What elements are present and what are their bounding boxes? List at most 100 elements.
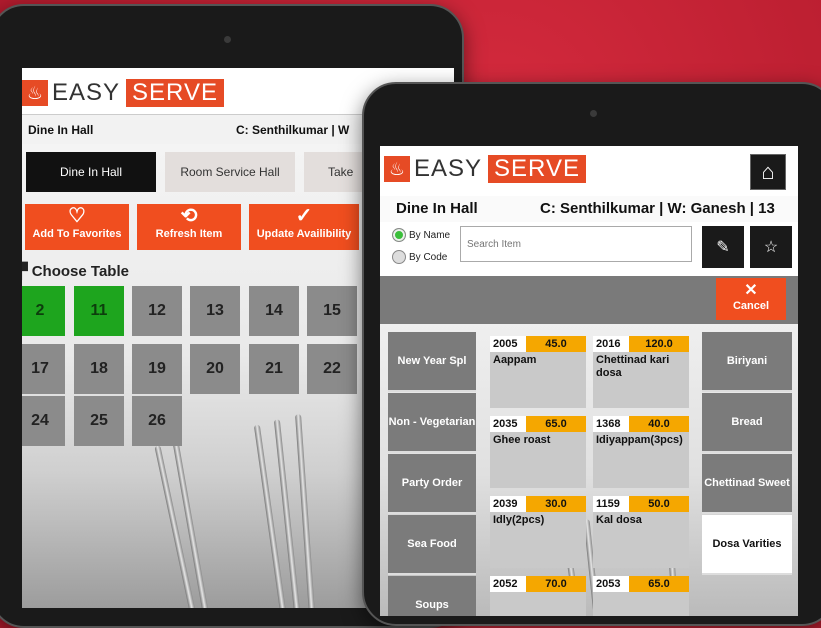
logo-serve: SERVE bbox=[488, 155, 586, 183]
item-name: Idiyappam(3pcs) bbox=[596, 434, 683, 446]
table-tile[interactable]: 12 bbox=[132, 286, 182, 336]
category-party-order[interactable]: Party Order bbox=[388, 454, 476, 514]
subcategory-label: Bread bbox=[731, 416, 763, 428]
menu-item[interactable]: 2016 120.0 Chettinad kari dosa bbox=[593, 336, 689, 408]
cancel-label: Cancel bbox=[732, 300, 770, 312]
item-price: 30.0 bbox=[526, 496, 586, 512]
table-tile[interactable]: 17 bbox=[22, 344, 65, 394]
subcategory-biriyani[interactable]: Biriyani bbox=[702, 332, 792, 392]
radio-label: By Name bbox=[409, 229, 451, 241]
captain-waiter: C: Senthilkumar | W bbox=[236, 123, 350, 137]
menu-item[interactable]: 1159 50.0 Kal dosa bbox=[593, 496, 689, 568]
table-number: 17 bbox=[31, 360, 49, 377]
by-name-radio[interactable]: By Name bbox=[392, 228, 450, 242]
camera bbox=[590, 110, 597, 117]
edit-note-button[interactable]: ✎ bbox=[702, 226, 744, 268]
hall-name: Dine In Hall bbox=[28, 123, 94, 137]
subcategory-chettinad-sweet[interactable]: Chettinad Sweet bbox=[702, 454, 792, 514]
category-label: Party Order bbox=[401, 477, 463, 489]
menu-item[interactable]: 2035 65.0 Ghee roast bbox=[490, 416, 586, 488]
table-tile[interactable]: 24 bbox=[22, 396, 65, 446]
table-number: 24 bbox=[31, 412, 49, 429]
home-button[interactable]: ⌂ bbox=[750, 154, 786, 190]
table-number: 19 bbox=[148, 360, 166, 377]
menu-item[interactable]: 2053 65.0 bbox=[593, 576, 689, 616]
item-code: 1368 bbox=[593, 416, 632, 432]
table-tile[interactable]: 22 bbox=[307, 344, 357, 394]
category-new-year-spl[interactable]: New Year Spl bbox=[388, 332, 476, 392]
action-label: Refresh Item bbox=[155, 228, 223, 240]
table-number: 12 bbox=[148, 302, 166, 319]
item-code: 2005 bbox=[490, 336, 529, 352]
category-label: New Year Spl bbox=[397, 355, 467, 367]
table-tile[interactable]: 11 bbox=[74, 286, 124, 336]
logo-easy: EASY bbox=[414, 155, 483, 182]
table-number: 13 bbox=[206, 302, 224, 319]
item-code: 2053 bbox=[593, 576, 632, 592]
edit-note-icon: ✎ bbox=[716, 239, 730, 256]
table-tile[interactable]: 21 bbox=[249, 344, 299, 394]
subcategory-label: Chettinad Sweet bbox=[704, 477, 790, 489]
item-price: 120.0 bbox=[629, 336, 689, 352]
table-number: 25 bbox=[90, 412, 108, 429]
easyserve-logo: ♨ EASY SERVE bbox=[384, 154, 586, 184]
table-tile[interactable]: 19 bbox=[132, 344, 182, 394]
subcategory-dosa-varities[interactable]: Dosa Varities bbox=[702, 515, 792, 575]
hall-tab-label: Dine In Hall bbox=[59, 165, 123, 179]
item-price: 65.0 bbox=[526, 416, 586, 432]
refresh-item-button[interactable]: ⟲ Refresh Item bbox=[137, 204, 241, 250]
table-tile[interactable]: 2 bbox=[22, 286, 65, 336]
menu-item[interactable]: 2039 30.0 Idly(2pcs) bbox=[490, 496, 586, 568]
star-icon: ☆ bbox=[763, 239, 779, 256]
table-tile[interactable]: 26 bbox=[132, 396, 182, 446]
hall-tab-dine-in[interactable]: Dine In Hall bbox=[26, 152, 156, 192]
refresh-icon: ⟲ bbox=[180, 205, 198, 227]
cancel-button[interactable]: ✕ Cancel bbox=[716, 278, 786, 320]
table-tile[interactable]: 18 bbox=[74, 344, 124, 394]
category-label: Sea Food bbox=[407, 538, 457, 550]
table-number: 18 bbox=[90, 360, 108, 377]
hall-tab-label: Room Service Hall bbox=[180, 165, 280, 179]
table-icon: ▛ bbox=[22, 263, 28, 280]
table-tile[interactable]: 25 bbox=[74, 396, 124, 446]
table-number: 22 bbox=[323, 360, 341, 377]
item-code: 2016 bbox=[593, 336, 632, 352]
category-non-vegetarian[interactable]: Non - Vegetarian bbox=[388, 393, 476, 453]
chef-hat-icon: ♨ bbox=[22, 80, 48, 106]
camera bbox=[224, 36, 231, 43]
menu-item[interactable]: 1368 40.0 Idiyappam(3pcs) bbox=[593, 416, 689, 488]
item-price: 45.0 bbox=[526, 336, 586, 352]
update-availability-button[interactable]: ✓ Update Availibility bbox=[249, 204, 359, 250]
search-input[interactable] bbox=[460, 226, 692, 262]
favorites-button[interactable]: ☆ bbox=[750, 226, 792, 268]
category-sea-food[interactable]: Sea Food bbox=[388, 515, 476, 575]
category-soups[interactable]: Soups bbox=[388, 576, 476, 616]
table-tile[interactable]: 14 bbox=[249, 286, 299, 336]
table-tile[interactable]: 15 bbox=[307, 286, 357, 336]
add-to-favorites-button[interactable]: ♡ Add To Favorites bbox=[25, 204, 129, 250]
table-tile[interactable]: 13 bbox=[190, 286, 240, 336]
radio-selected-icon bbox=[392, 228, 406, 242]
radio-unselected-icon bbox=[392, 250, 406, 264]
menu-item[interactable]: 2052 70.0 bbox=[490, 576, 586, 616]
logo-easy: EASY bbox=[52, 79, 121, 106]
table-number: 26 bbox=[148, 412, 166, 429]
hall-tab-room-service[interactable]: Room Service Hall bbox=[165, 152, 295, 192]
item-code: 2039 bbox=[490, 496, 529, 512]
hall-tab-label: Take bbox=[328, 165, 354, 179]
fork-decoration bbox=[171, 434, 209, 608]
logo-serve: SERVE bbox=[126, 79, 224, 107]
table-tile[interactable]: 20 bbox=[190, 344, 240, 394]
item-name: Aappam bbox=[493, 354, 537, 366]
order-screen: ♨ EASY SERVE ⌂ Dine In Hall C: Senthilku… bbox=[380, 146, 798, 616]
subcategory-bread[interactable]: Bread bbox=[702, 393, 792, 453]
choose-table-heading: ▛ Choose Table bbox=[22, 262, 129, 280]
item-price: 70.0 bbox=[526, 576, 586, 592]
table-number: 11 bbox=[90, 302, 108, 319]
easyserve-logo: ♨ EASY SERVE bbox=[22, 78, 224, 108]
item-code: 2052 bbox=[490, 576, 529, 592]
action-label: Update Availibility bbox=[256, 228, 352, 240]
by-code-radio[interactable]: By Code bbox=[392, 250, 447, 264]
close-icon: ✕ bbox=[744, 282, 758, 299]
menu-item[interactable]: 2005 45.0 Aappam bbox=[490, 336, 586, 408]
